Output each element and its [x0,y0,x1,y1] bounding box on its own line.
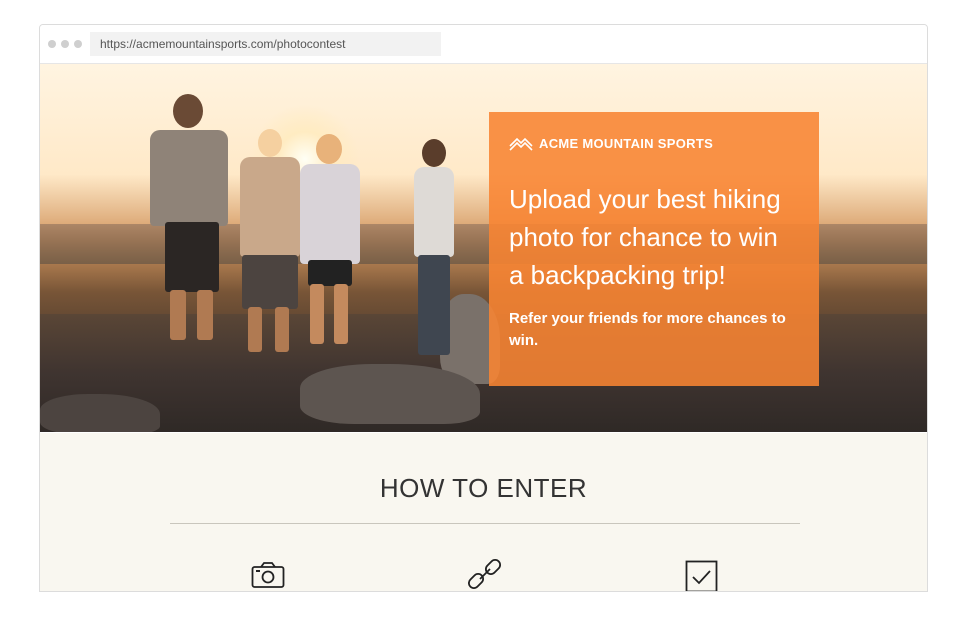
browser-window: https://acmemountainsports.com/photocont… [39,24,928,592]
section-title: HOW TO ENTER [379,473,588,503]
camera-icon [251,562,285,588]
rock [40,394,160,432]
browser-toolbar: https://acmemountainsports.com/photocont… [40,25,927,64]
checkbox-icon [685,560,718,591]
section-divider [170,523,800,524]
hero-banner: ACME MOUNTAIN SPORTS Upload your best hi… [40,64,927,432]
window-control-dot[interactable] [48,40,56,48]
mountain-logo-icon [509,137,533,151]
brand-header: ACME MOUNTAIN SPORTS [509,134,799,152]
contest-promo-card: ACME MOUNTAIN SPORTS Upload your best hi… [489,112,819,386]
promo-subline: Refer your friends for more chances to w… [509,310,786,349]
window-control-dot[interactable] [61,40,69,48]
rock [300,364,480,424]
link-icon [468,558,502,590]
how-to-enter-section: HOW TO ENTER [40,433,927,591]
promo-headline: Upload your best hiking photo for chance… [509,184,781,290]
brand-name: ACME MOUNTAIN SPORTS [539,135,714,151]
window-control-dot[interactable] [74,40,82,48]
address-bar[interactable]: https://acmemountainsports.com/photocont… [90,32,441,56]
